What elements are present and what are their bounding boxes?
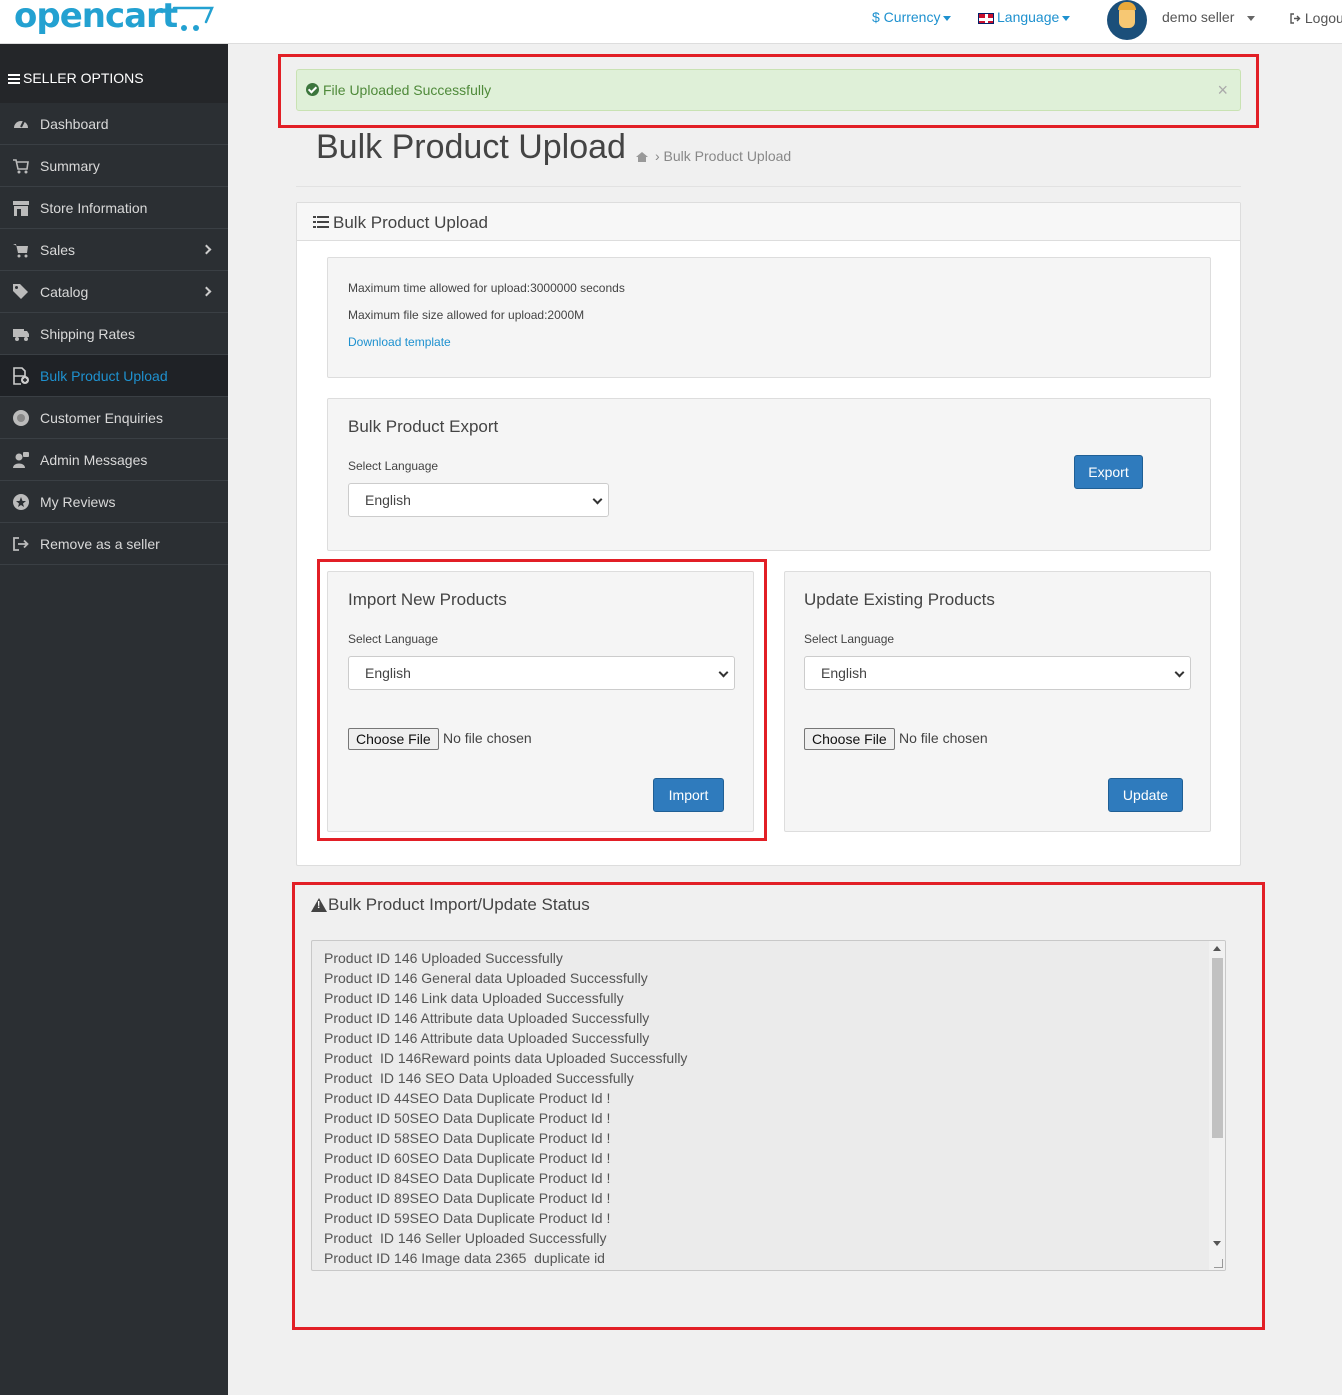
breadcrumb-current[interactable]: › Bulk Product Upload [655, 148, 791, 164]
language-label: Language [997, 9, 1060, 25]
enquiry-icon [13, 410, 29, 426]
chevron-down-icon [1174, 667, 1185, 678]
update-language-select[interactable]: English [804, 656, 1191, 690]
update-language-label: Select Language [804, 632, 895, 646]
panel-heading-label: Bulk Product Upload [333, 213, 488, 232]
sidebar-item-label: Remove as a seller [40, 536, 160, 552]
upload-info-well: Maximum time allowed for upload:3000000 … [327, 257, 1211, 378]
sidebar-item-summary[interactable]: Summary [0, 145, 228, 187]
caret-down-icon [943, 15, 952, 21]
sidebar-item-label: Dashboard [40, 116, 109, 132]
admin-messages-icon [13, 452, 29, 468]
download-template-link[interactable]: Download template [348, 335, 451, 349]
seller-sidebar: SELLER OPTIONS Dashboard Summary Store I… [0, 44, 228, 1395]
cart-logo-icon [172, 6, 214, 31]
sidebar-item-admin-messages[interactable]: Admin Messages [0, 439, 228, 481]
avatar[interactable] [1107, 0, 1147, 40]
page-title: Bulk Product Upload [316, 128, 626, 166]
home-icon[interactable] [636, 152, 648, 162]
sidebar-item-customer-enquiries[interactable]: Customer Enquiries [0, 397, 228, 439]
caret-down-icon [1062, 15, 1071, 21]
sidebar-item-label: Shipping Rates [40, 326, 135, 342]
export-language-value: English [365, 492, 411, 508]
sidebar-item-label: Catalog [40, 284, 89, 300]
highlight-box-import [317, 559, 767, 841]
sidebar-item-shipping-rates[interactable]: Shipping Rates [0, 313, 228, 355]
chevron-right-icon [201, 286, 212, 297]
reviews-icon [13, 494, 29, 510]
highlight-box-alert [278, 54, 1259, 128]
update-file-status: No file chosen [899, 730, 988, 746]
top-header: opencart $ Currency Language demo seller… [0, 0, 1342, 44]
update-choose-file-button[interactable]: Choose File [804, 728, 895, 750]
export-well: Bulk Product Export Select Language Engl… [327, 398, 1211, 551]
panel-heading: Bulk Product Upload [297, 203, 1240, 241]
sidebar-item-label: Sales [40, 242, 76, 258]
sidebar-item-sales[interactable]: Sales [0, 229, 228, 271]
file-upload-icon [13, 367, 29, 385]
update-button[interactable]: Update [1108, 778, 1183, 812]
chevron-down-icon [592, 494, 603, 505]
sidebar-item-label: My Reviews [40, 494, 116, 510]
chevron-right-icon [201, 244, 212, 255]
update-well: Update Existing Products Select Language… [784, 571, 1211, 832]
max-size-text: Maximum file size allowed for upload:200… [348, 308, 585, 322]
caret-down-icon[interactable] [1247, 16, 1255, 21]
sidebar-item-dashboard[interactable]: Dashboard [0, 103, 228, 145]
divider [296, 186, 1241, 187]
truck-icon [13, 329, 29, 341]
opencart-logo[interactable]: opencart [14, 0, 178, 36]
sidebar-title[interactable]: SELLER OPTIONS [0, 44, 228, 103]
user-name[interactable]: demo seller [1162, 9, 1234, 25]
highlight-box-status [292, 882, 1265, 1330]
currency-menu[interactable]: $ Currency [872, 9, 952, 25]
sidebar-title-label: SELLER OPTIONS [23, 70, 144, 86]
logout-label: Logout [1304, 10, 1342, 26]
cart-icon [13, 159, 29, 174]
uk-flag-icon [978, 12, 994, 24]
currency-label: $ Currency [872, 9, 941, 25]
list-icon [313, 216, 329, 228]
sidebar-item-remove-as-seller[interactable]: Remove as a seller [0, 523, 228, 565]
sidebar-item-label: Bulk Product Upload [40, 368, 168, 384]
export-title: Bulk Product Export [348, 417, 499, 436]
export-button[interactable]: Export [1074, 455, 1143, 489]
sign-out-icon [1290, 13, 1301, 24]
sidebar-item-store-information[interactable]: Store Information [0, 187, 228, 229]
update-language-value: English [821, 665, 867, 681]
dashboard-icon [14, 120, 28, 128]
export-language-select[interactable]: English [348, 483, 609, 517]
sidebar-item-label: Admin Messages [40, 452, 148, 468]
sidebar-item-bulk-product-upload[interactable]: Bulk Product Upload [0, 355, 228, 397]
cart-icon [13, 244, 28, 258]
sidebar-item-catalog[interactable]: Catalog [0, 271, 228, 313]
sidebar-item-my-reviews[interactable]: My Reviews [0, 481, 228, 523]
tags-icon [13, 284, 28, 299]
sign-out-icon [13, 537, 29, 551]
update-title: Update Existing Products [804, 590, 995, 609]
sidebar-item-label: Customer Enquiries [40, 410, 163, 426]
export-language-label: Select Language [348, 459, 439, 473]
breadcrumb: › Bulk Product Upload [636, 148, 791, 164]
bars-icon [8, 74, 20, 84]
language-menu[interactable]: Language [978, 9, 1071, 25]
logout-link[interactable]: Logout [1290, 10, 1342, 26]
max-time-text: Maximum time allowed for upload:3000000 … [348, 281, 625, 295]
sidebar-item-label: Summary [40, 158, 100, 174]
store-icon [13, 201, 29, 216]
sidebar-item-label: Store Information [40, 200, 148, 216]
